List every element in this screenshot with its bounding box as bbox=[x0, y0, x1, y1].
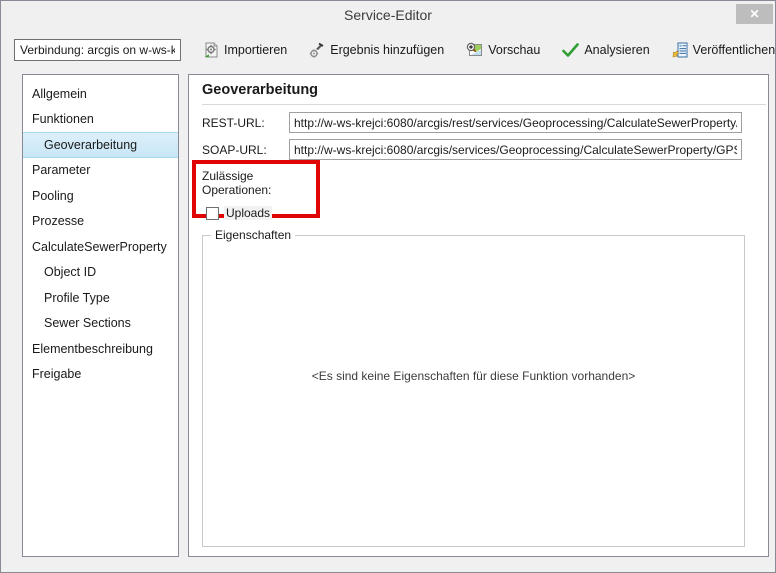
soap-url-field[interactable] bbox=[289, 139, 742, 160]
sidebar-item-allgemein[interactable]: Allgemein bbox=[23, 81, 178, 107]
publish-icon bbox=[672, 42, 688, 58]
preview-map-icon bbox=[466, 42, 483, 58]
settings-nav-sidebar: Allgemein Funktionen Geoverarbeitung Parame… bbox=[22, 74, 179, 557]
sidebar-item-profile-type[interactable]: Profile Type bbox=[23, 285, 178, 311]
close-button[interactable]: ✕ bbox=[736, 4, 773, 24]
sidebar-item-prozesse[interactable]: Prozesse bbox=[23, 209, 178, 235]
add-result-button-label: Ergebnis hinzufügen bbox=[330, 43, 445, 57]
sidebar-item-pooling[interactable]: Pooling bbox=[23, 183, 178, 209]
sidebar-item-object-id[interactable]: Object ID bbox=[23, 260, 178, 286]
tool-hammer-icon bbox=[309, 42, 325, 58]
import-button-label: Importieren bbox=[224, 43, 288, 57]
allowed-operations-label: Zulässige Operationen: bbox=[202, 169, 272, 197]
rest-url-label: REST-URL: bbox=[202, 116, 265, 130]
titlebar[interactable]: Service-Editor ✕ bbox=[1, 1, 775, 29]
uploads-checkbox-row[interactable]: Uploads bbox=[206, 206, 316, 220]
main-panel: Geoverarbeitung REST-URL: SOAP-URL: Zulä… bbox=[188, 74, 769, 557]
sidebar-item-elementbeschreibung[interactable]: Elementbeschreibung bbox=[23, 336, 178, 362]
preview-button-label: Vorschau bbox=[488, 43, 541, 57]
green-check-icon bbox=[562, 42, 580, 58]
properties-empty-message: <Es sind keine Eigenschaften für diese F… bbox=[311, 369, 636, 384]
service-editor-dialog: Service-Editor ✕ Importieren bbox=[0, 0, 776, 573]
toolbar: Importieren Ergebnis hinzufügen bbox=[1, 29, 775, 71]
uploads-checkbox-label: Uploads bbox=[224, 206, 273, 220]
analyze-button-label: Analysieren bbox=[584, 43, 650, 57]
page-title: Geoverarbeitung bbox=[202, 82, 766, 105]
sidebar-item-freigabe[interactable]: Freigabe bbox=[23, 362, 178, 388]
publish-button[interactable]: Veröffentlichen bbox=[672, 42, 775, 58]
sidebar-item-parameter[interactable]: Parameter bbox=[23, 158, 178, 184]
publish-button-label: Veröffentlichen bbox=[692, 43, 776, 57]
import-button[interactable]: Importieren bbox=[203, 42, 287, 58]
connection-input[interactable] bbox=[14, 39, 181, 61]
analyze-button[interactable]: Analysieren bbox=[562, 42, 650, 58]
highlight-rectangle: Zulässige Operationen: Uploads bbox=[192, 160, 320, 220]
add-result-button[interactable]: Ergebnis hinzufügen bbox=[309, 42, 444, 58]
sidebar-item-geoverarbeitung[interactable]: Geoverarbeitung bbox=[23, 132, 178, 158]
properties-groupbox-label: Eigenschaften bbox=[211, 228, 296, 242]
sidebar-item-funktionen[interactable]: Funktionen bbox=[23, 107, 178, 133]
sidebar-item-sewer-sections[interactable]: Sewer Sections bbox=[23, 311, 178, 337]
preview-button[interactable]: Vorschau bbox=[466, 42, 540, 58]
import-document-icon bbox=[203, 42, 219, 58]
soap-url-label: SOAP-URL: bbox=[202, 143, 267, 157]
window-title: Service-Editor bbox=[344, 7, 432, 23]
properties-groupbox: Eigenschaften <Es sind keine Eigenschaft… bbox=[202, 228, 745, 547]
sidebar-item-calculatesewerproperty[interactable]: CalculateSewerProperty bbox=[23, 234, 178, 260]
uploads-checkbox[interactable] bbox=[206, 206, 219, 220]
rest-url-field[interactable] bbox=[289, 112, 742, 133]
